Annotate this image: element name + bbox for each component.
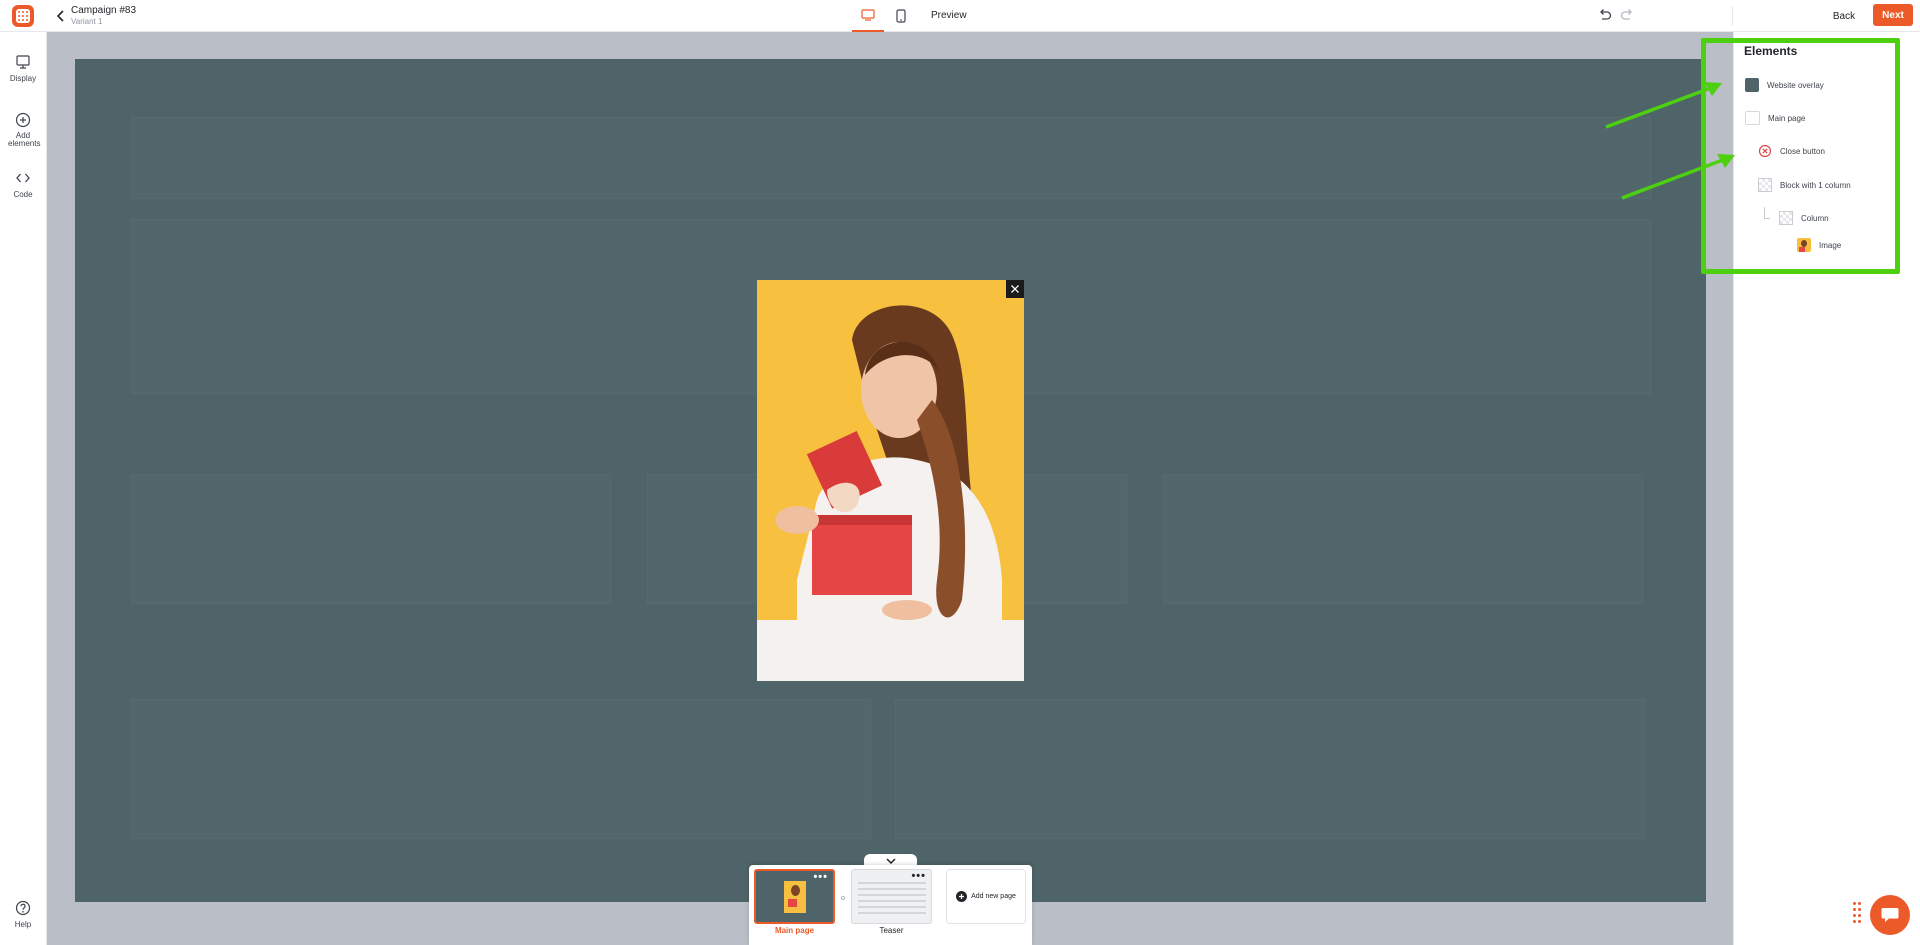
mobile-view-button[interactable] bbox=[886, 0, 916, 32]
chat-bubble-icon bbox=[1881, 908, 1899, 922]
code-icon bbox=[16, 173, 30, 183]
background-placeholder bbox=[131, 474, 611, 604]
more-dots-icon[interactable]: ••• bbox=[813, 872, 828, 883]
color-swatch-icon bbox=[1745, 78, 1759, 92]
thumbnail-image bbox=[784, 881, 806, 913]
element-close-button[interactable]: Close button bbox=[1758, 144, 1825, 158]
page-thumbnail-teaser[interactable]: ••• bbox=[851, 869, 932, 924]
variant-label: Variant 1 bbox=[71, 17, 103, 26]
omnisend-logo-icon[interactable] bbox=[12, 5, 34, 27]
chevron-left-icon[interactable] bbox=[54, 8, 68, 24]
element-main-page[interactable]: Main page bbox=[1745, 111, 1805, 125]
desktop-icon bbox=[861, 9, 875, 21]
editor-app: Campaign #83 Variant 1 Preview Back Next… bbox=[0, 0, 1920, 945]
element-label: Column bbox=[1801, 213, 1829, 223]
add-page-label: Add new page bbox=[971, 893, 1016, 900]
redo-icon bbox=[1620, 9, 1632, 20]
undo-button[interactable] bbox=[1598, 8, 1616, 24]
page-label: Main page bbox=[774, 926, 815, 935]
back-button[interactable]: Back bbox=[1826, 6, 1862, 26]
undo-icon bbox=[1600, 9, 1612, 20]
sidebar-item-code[interactable]: Code bbox=[0, 170, 46, 199]
element-label: Main page bbox=[1768, 113, 1806, 123]
woman-with-gift-image[interactable] bbox=[757, 280, 1024, 681]
sidebar-item-label: Display bbox=[9, 74, 37, 83]
add-new-page-button[interactable]: Add new page bbox=[946, 869, 1026, 924]
sidebar-item-label: Add elements bbox=[8, 131, 41, 148]
sidebar-item-label: Code bbox=[13, 190, 33, 199]
transparent-block-icon bbox=[1758, 178, 1772, 192]
close-button[interactable] bbox=[1006, 280, 1024, 298]
plus-circle-icon bbox=[956, 891, 968, 902]
element-label: Website overlay bbox=[1767, 80, 1824, 90]
campaign-title: Campaign #83 bbox=[71, 5, 137, 16]
background-placeholder bbox=[1163, 474, 1643, 604]
sidebar-item-display[interactable]: Display bbox=[0, 54, 46, 83]
element-block-1-column[interactable]: Block with 1 column bbox=[1758, 178, 1851, 192]
element-label: Image bbox=[1819, 240, 1842, 250]
chat-button[interactable] bbox=[1870, 895, 1910, 935]
background-placeholder bbox=[131, 699, 871, 839]
page-thumbnail-main[interactable]: ••• bbox=[754, 869, 835, 924]
page-connector-dot bbox=[841, 896, 845, 900]
image-thumbnail-icon bbox=[1797, 238, 1811, 252]
page-label: Teaser bbox=[879, 926, 904, 935]
sidebar-item-label: Help bbox=[14, 920, 32, 929]
page-icon bbox=[1745, 111, 1760, 125]
sidebar-item-add-elements[interactable]: Add elements bbox=[0, 112, 46, 148]
divider bbox=[1732, 6, 1733, 26]
next-button[interactable]: Next bbox=[1873, 4, 1913, 26]
preview-button[interactable]: Preview bbox=[931, 10, 967, 21]
close-circle-icon bbox=[1758, 144, 1772, 158]
monitor-icon bbox=[16, 55, 30, 69]
element-label: Close button bbox=[1780, 146, 1825, 156]
help-icon bbox=[15, 900, 31, 916]
element-column[interactable]: Column bbox=[1779, 211, 1829, 225]
chevron-down-icon bbox=[885, 857, 896, 864]
element-image[interactable]: Image bbox=[1797, 238, 1841, 252]
plus-circle-icon bbox=[15, 112, 31, 128]
background-placeholder bbox=[895, 699, 1645, 839]
element-website-overlay[interactable]: Website overlay bbox=[1745, 78, 1824, 92]
sidebar-item-help[interactable]: Help bbox=[0, 900, 46, 929]
redo-button[interactable] bbox=[1620, 8, 1638, 24]
element-label: Block with 1 column bbox=[1780, 180, 1851, 190]
close-icon bbox=[1011, 285, 1019, 293]
mobile-icon bbox=[896, 9, 906, 23]
tree-connector bbox=[1764, 207, 1770, 219]
transparent-column-icon bbox=[1779, 211, 1793, 225]
more-dots-icon[interactable]: ••• bbox=[911, 871, 926, 882]
background-placeholder bbox=[131, 117, 1651, 199]
left-sidebar: Display Add elements Code Help bbox=[0, 32, 47, 945]
drag-handle-icon[interactable] bbox=[1853, 902, 1863, 924]
top-bar: Campaign #83 Variant 1 Preview Back Next bbox=[0, 0, 1920, 32]
elements-title: Elements bbox=[1744, 44, 1798, 58]
desktop-view-button[interactable] bbox=[852, 0, 884, 32]
elements-panel bbox=[1733, 32, 1920, 945]
